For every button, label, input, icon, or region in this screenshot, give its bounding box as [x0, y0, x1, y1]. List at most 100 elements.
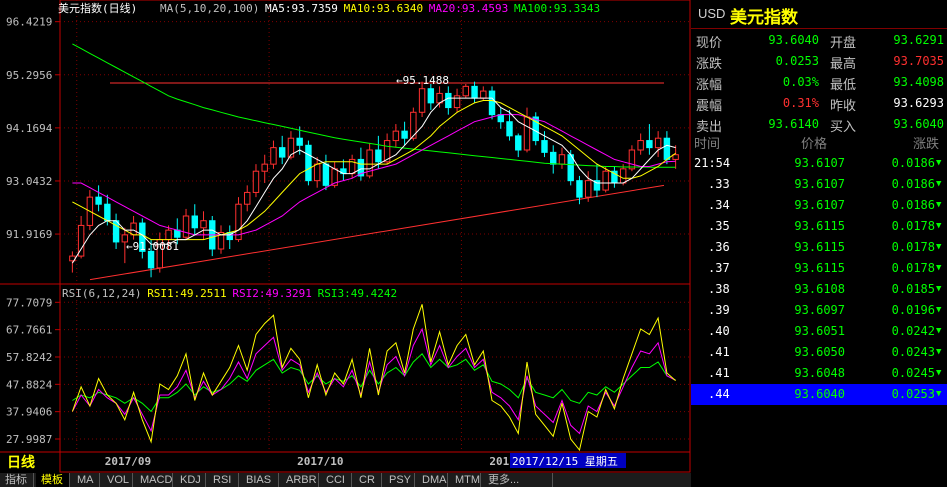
quote-row: 卖出 93.6140 买入 93.6040: [691, 114, 947, 134]
tick-row[interactable]: 21:54 93.6107 0.0186 ▼: [691, 153, 947, 174]
tick-row[interactable]: .39 93.6097 0.0196 ▼: [691, 300, 947, 321]
quote-value: 93.6293: [893, 96, 944, 110]
tab-7[interactable]: BIAS: [241, 473, 279, 487]
down-arrow-icon: ▼: [936, 389, 942, 399]
tick-time: 21:54: [694, 156, 731, 170]
rsi-legend-item-3: RSI3:49.4242: [318, 287, 397, 300]
tick-row[interactable]: .44 93.6040 0.0253 ▼: [691, 384, 947, 405]
candle-body: [322, 163, 330, 186]
tick-row[interactable]: .36 93.6115 0.0178 ▼: [691, 237, 947, 258]
candle-body: [252, 170, 260, 193]
main-chart-area[interactable]: 96.4219 95.2956 94.1694 93.0432 91.9169 77.70…: [0, 0, 691, 473]
tab-4[interactable]: MACD: [135, 473, 173, 487]
candle-body: [174, 229, 181, 238]
tick-row[interactable]: .38 93.6108 0.0185 ▼: [691, 279, 947, 300]
candle-body: [165, 229, 172, 241]
tick-change: 0.0178: [891, 240, 935, 254]
candle-body: [550, 151, 557, 165]
tab-2[interactable]: MA: [72, 473, 100, 487]
symbol-name: 美元指数: [730, 8, 798, 27]
tick-change: 0.0196: [891, 303, 935, 317]
quote-value: 93.6040: [768, 33, 819, 47]
ma-legend-item-4: MA100:93.3343: [514, 2, 600, 15]
candle-body: [541, 140, 548, 153]
ma100-line: [72, 43, 676, 168]
rsi-legend-item-1: RSI1:49.2511: [147, 287, 226, 300]
ma-legend-item-3: MA20:93.4593: [429, 2, 508, 15]
quote-label: 昨收: [830, 98, 857, 113]
tick-time: .41: [708, 345, 730, 359]
quote-row: 震幅 0.31% 昨收 93.6293: [691, 93, 947, 113]
chart-frame: [59, 0, 691, 473]
tick-row[interactable]: .33 93.6107 0.0186 ▼: [691, 174, 947, 195]
tab-5[interactable]: KDJ: [175, 473, 206, 487]
quote-value: 0.03%: [782, 75, 819, 89]
candle-body: [637, 140, 644, 151]
tick-change: 0.0185: [891, 282, 935, 296]
candle-body: [305, 144, 312, 182]
tab-1[interactable]: 模板: [36, 473, 70, 487]
quote-row: 涨跌 0.0253 最高 93.7035: [691, 51, 947, 71]
tab-12[interactable]: DMA: [417, 473, 448, 487]
tab-0[interactable]: 指标: [0, 473, 34, 487]
tick-price: 93.6048: [794, 366, 845, 380]
tab-13[interactable]: MTM: [450, 473, 481, 487]
candle-body: [313, 163, 321, 182]
candle-body: [104, 203, 111, 222]
tab-3[interactable]: VOL: [102, 473, 133, 487]
tab-14[interactable]: 更多...: [483, 473, 553, 487]
tick-change: 0.0242: [891, 324, 935, 338]
candle-body: [663, 137, 671, 160]
quote-header: USD 美元指数: [691, 0, 947, 29]
candle-body: [462, 85, 470, 97]
candle-body: [523, 116, 531, 151]
tick-header-change: 涨跌: [913, 136, 940, 151]
candle-body: [200, 220, 207, 229]
quote-value: 93.6291: [893, 33, 944, 47]
rsi-legend-item-0: RSI(6,12,24): [62, 287, 141, 300]
down-arrow-icon: ▼: [936, 326, 942, 336]
tick-row[interactable]: .35 93.6115 0.0178 ▼: [691, 216, 947, 237]
quote-value: 93.6140: [768, 117, 819, 131]
period-label[interactable]: 日线: [7, 454, 35, 470]
candle-body: [480, 90, 487, 99]
quote-row: 涨幅 0.03% 最低 93.4098: [691, 72, 947, 92]
symbol-code: USD: [698, 6, 726, 21]
tab-8[interactable]: ARBR: [281, 473, 319, 487]
price-axis-label: 94.1694: [6, 122, 53, 135]
tick-price: 93.6107: [794, 156, 845, 170]
quote-panel: USD 美元指数 现价 93.6040 开盘 93.6291 涨跌 0.0253 最高 93.…: [691, 0, 947, 487]
quote-value: 0.31%: [782, 96, 819, 110]
candle-body: [244, 191, 251, 205]
candle-body: [182, 215, 190, 238]
tick-row[interactable]: .34 93.6107 0.0186 ▼: [691, 195, 947, 216]
tick-row[interactable]: .37 93.6115 0.0178 ▼: [691, 258, 947, 279]
ma-legend-item-2: MA10:93.6340: [344, 2, 423, 15]
tab-11[interactable]: PSY: [384, 473, 415, 487]
candle-body: [147, 250, 155, 269]
candle-body: [497, 114, 504, 123]
tick-change: 0.0243: [891, 345, 935, 359]
tab-9[interactable]: CCI: [321, 473, 352, 487]
candle-body: [418, 88, 426, 113]
tick-row[interactable]: .40 93.6051 0.0242 ▼: [691, 321, 947, 342]
tick-price: 93.6040: [794, 387, 845, 401]
candle-body: [191, 215, 198, 229]
tick-row[interactable]: .41 93.6048 0.0245 ▼: [691, 363, 947, 384]
candle-body: [401, 130, 408, 139]
tick-change: 0.0186: [891, 198, 935, 212]
indicator-tab-bar: 指标 模板 MA VOL MACD KDJ RSI BIAS ARBR CCI CR PSY DMA MT…: [0, 473, 691, 487]
candle-body: [515, 135, 522, 151]
tab-6[interactable]: RSI: [208, 473, 239, 487]
rsi3-line: [72, 353, 676, 413]
quote-label: 开盘: [830, 35, 857, 50]
tab-10[interactable]: CR: [354, 473, 382, 487]
tick-row[interactable]: .41 93.6050 0.0243 ▼: [691, 342, 947, 363]
tick-price: 93.6050: [794, 345, 845, 359]
candle-body: [471, 85, 478, 99]
tick-change: 0.0253: [891, 387, 935, 401]
price-axis-label: 91.9169: [6, 228, 52, 241]
tick-change: 0.0245: [891, 366, 935, 380]
tick-time: .44: [708, 387, 730, 401]
rsi-legend-item-2: RSI2:49.3291: [232, 287, 311, 300]
